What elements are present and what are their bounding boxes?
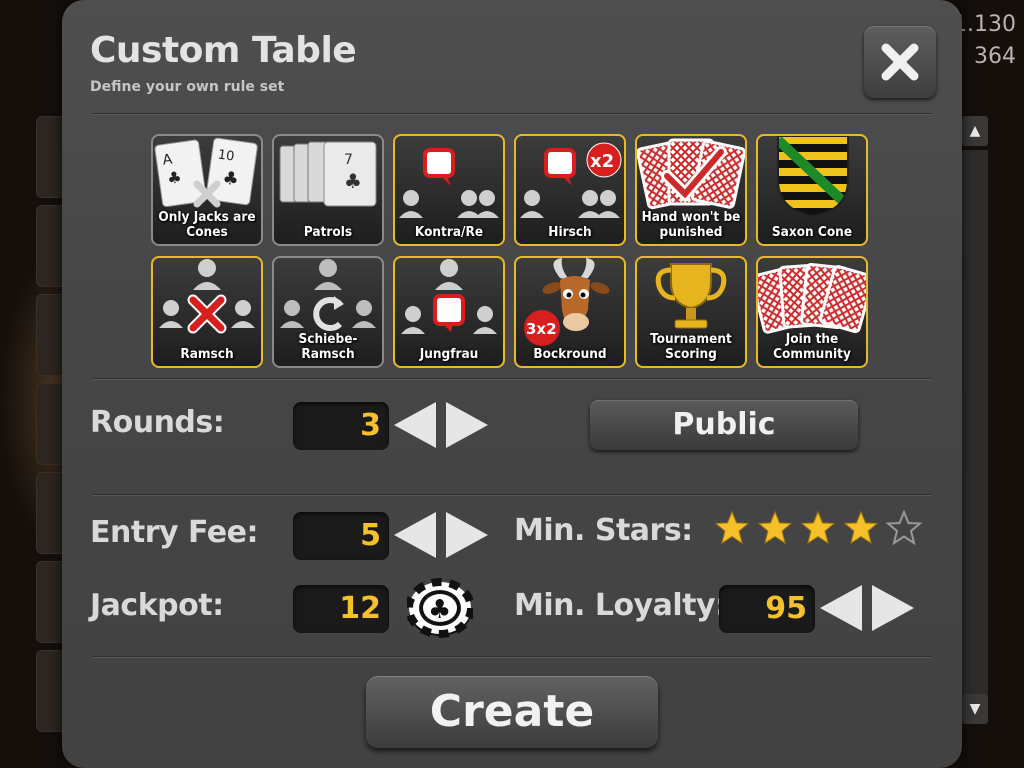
rule-tile-patrols[interactable]: 7 ♣ Patrols (272, 134, 384, 246)
rule-label: Only Jacks are Cones (158, 209, 256, 240)
dialog-subtitle: Define your own rule set (90, 79, 285, 95)
star-empty-icon[interactable] (886, 510, 922, 546)
rule-tile-only-jacks[interactable]: A ♣ 10 ♣ Only Jacks are Cones (151, 134, 263, 246)
rule-label: Hand won't be punished (641, 209, 741, 240)
loyalty-increase-arrow-icon[interactable] (870, 583, 916, 633)
star-filled-icon[interactable] (800, 510, 836, 546)
svg-text:10: 10 (217, 147, 235, 164)
rule-label: Tournament Scoring (650, 331, 732, 362)
min-stars-rating[interactable] (714, 510, 922, 546)
rule-label: Join the Community (773, 331, 851, 362)
rounds-decrease-arrow-icon[interactable] (392, 400, 438, 450)
svg-text:7: 7 (344, 152, 353, 168)
background-value: 364 (974, 44, 1016, 69)
public-toggle-button[interactable]: Public (590, 400, 858, 450)
scroll-up-button[interactable]: ▲ (962, 116, 988, 146)
rounds-label: Rounds: (90, 405, 225, 440)
close-button[interactable] (864, 26, 936, 98)
rule-grid: A ♣ 10 ♣ Only Jacks are Cones 7 ♣ Patrols (151, 134, 873, 368)
badge-x2: x2 (590, 151, 614, 172)
rule-label: Hirsch (548, 224, 592, 240)
loyalty-decrease-arrow-icon[interactable] (818, 583, 864, 633)
rule-tile-schiebe-ramsch[interactable]: Schiebe-Ramsch (272, 256, 384, 368)
rounds-increase-arrow-icon[interactable] (444, 400, 490, 450)
svg-text:♣: ♣ (221, 167, 240, 190)
min-loyalty-label: Min. Loyalty: (514, 588, 727, 623)
svg-text:♣: ♣ (344, 169, 362, 193)
rule-label: Kontra/Re (414, 224, 484, 240)
entry-fee-decrease-arrow-icon[interactable] (392, 510, 438, 560)
background-value: 1.130 (953, 12, 1016, 37)
divider (92, 113, 932, 115)
rule-tile-hirsch[interactable]: x2 Hirsch (514, 134, 626, 246)
rule-label: Jungfrau (419, 346, 479, 362)
min-loyalty-value: 95 (719, 585, 815, 633)
star-filled-icon[interactable] (714, 510, 750, 546)
rule-label: Patrols (303, 224, 353, 240)
background-scroll-track[interactable] (962, 150, 988, 695)
poker-chip-club-icon: ♣ (407, 578, 473, 638)
jackpot-label: Jackpot: (90, 588, 224, 623)
scroll-down-button[interactable]: ▼ (962, 694, 988, 724)
rule-tile-kontra-re[interactable]: Kontra/Re (393, 134, 505, 246)
custom-table-dialog: Custom Table Define your own rule set A ♣… (62, 0, 962, 768)
rule-label: Saxon Cone (771, 224, 853, 240)
rule-tile-hand-not-punished[interactable]: Hand won't be punished (635, 134, 747, 246)
star-filled-icon[interactable] (843, 510, 879, 546)
rule-tile-saxon-cone[interactable]: Saxon Cone (756, 134, 868, 246)
entry-fee-label: Entry Fee: (90, 515, 258, 550)
rounds-value: 3 (293, 402, 389, 450)
jackpot-value: 12 (293, 585, 389, 633)
rule-label: Schiebe-Ramsch (298, 331, 358, 362)
divider (92, 378, 932, 380)
divider (92, 494, 932, 496)
svg-text:♣: ♣ (428, 595, 451, 625)
star-filled-icon[interactable] (757, 510, 793, 546)
min-stars-label: Min. Stars: (514, 513, 693, 548)
rule-tile-ramsch[interactable]: Ramsch (151, 256, 263, 368)
svg-text:♣: ♣ (166, 167, 183, 188)
rule-tile-jungfrau[interactable]: Jungfrau (393, 256, 505, 368)
dialog-title: Custom Table (90, 30, 357, 71)
entry-fee-value: 5 (293, 512, 389, 560)
rule-tile-bockround[interactable]: 3x2 Bockround (514, 256, 626, 368)
rule-label: Ramsch (180, 346, 234, 362)
rule-label: Bockround (533, 346, 607, 362)
entry-fee-increase-arrow-icon[interactable] (444, 510, 490, 560)
close-icon (881, 43, 919, 81)
rule-tile-tournament-scoring[interactable]: Tournament Scoring (635, 256, 747, 368)
create-button[interactable]: Create (366, 676, 658, 748)
rule-tile-join-community[interactable]: Join the Community (756, 256, 868, 368)
badge-3x2: 3x2 (526, 320, 557, 338)
divider (92, 656, 932, 658)
